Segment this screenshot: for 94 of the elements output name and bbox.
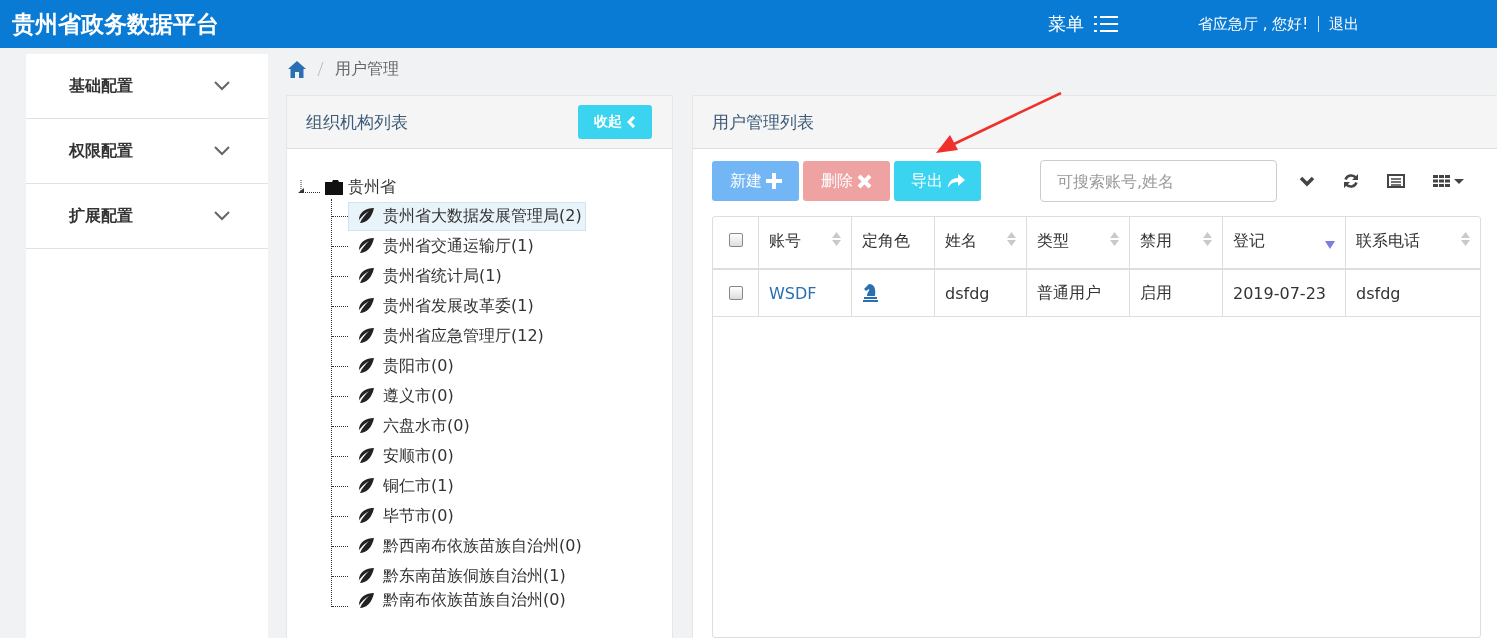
tree-node-label: 六盘水市(0) [383,415,470,437]
app-title: 贵州省政务数据平台 [12,9,220,39]
tree-node-label: 贵州省交通运输厅(1) [383,235,534,257]
leaf-icon [356,267,375,285]
table-cell: 普通用户 [1027,270,1130,316]
tree-node-label: 贵州省统计局(1) [383,265,502,287]
panel-title: 组织机构列表 [306,110,408,134]
sidebar-item-label: 基础配置 [69,75,133,97]
column-label: 禁用 [1140,231,1172,252]
chevron-down-icon[interactable] [1299,175,1315,187]
plus-icon [765,173,782,189]
tree-node[interactable]: 贵州省大数据发展管理局(2) [348,201,586,231]
menu-icon [1094,15,1118,33]
leaf-icon [356,297,375,315]
breadcrumb-item: 用户管理 [335,58,399,80]
tree-node[interactable]: 贵州省 [348,176,396,198]
column-label: 登记 [1233,231,1265,252]
chevron-left-icon [627,116,636,128]
tree-node-label: 安顺市(0) [383,445,454,467]
leaf-icon [356,417,375,435]
tree-toggle-icon[interactable] [298,180,320,194]
tree-node-label: 贵阳市(0) [383,355,454,377]
chevron-down-icon [214,81,230,91]
leaf-icon [356,327,375,345]
columns-menu-icon[interactable] [1433,174,1465,188]
column-header[interactable]: 禁用 [1130,217,1223,268]
select-all-checkbox[interactable] [728,233,743,247]
sort-descending-icon[interactable] [1325,241,1335,249]
share-arrow-icon [946,173,965,189]
tree-node-label: 贵州省大数据发展管理局(2) [383,205,582,227]
leaf-icon [356,477,375,495]
column-label: 类型 [1037,231,1069,252]
tree-node-label: 黔西南布依族苗族自治州(0) [383,535,582,557]
leaf-icon [356,591,375,610]
leaf-icon [356,537,375,555]
column-header[interactable]: 姓名 [935,217,1027,268]
column-label: 账号 [769,231,801,252]
tree-node[interactable]: 贵州省统计局(1) [348,261,506,291]
tree-node[interactable]: 遵义市(0) [348,381,458,411]
chevron-down-icon [214,211,230,221]
sidebar-item[interactable]: 扩展配置 [26,184,268,249]
leaf-icon [356,387,375,405]
table-cell: 2019-07-23 [1223,270,1346,316]
column-label: 姓名 [945,231,977,252]
close-icon [857,173,872,189]
leaf-icon [356,447,375,465]
leaf-icon [356,207,375,225]
table-cell: 启用 [1130,270,1223,316]
tree-node[interactable]: 毕节市(0) [348,501,458,531]
column-header[interactable]: 联系电话 [1346,217,1480,268]
chevron-down-icon [214,146,230,156]
tree-node-label: 黔东南苗族侗族自治州(1) [383,565,566,587]
tree-node-label: 铜仁市(1) [383,475,454,497]
column-label: 联系电话 [1356,231,1420,252]
list-view-icon[interactable] [1387,174,1405,188]
leaf-icon [356,357,375,375]
chess-knight-icon[interactable] [862,284,879,302]
table-cell: dsfdg [935,270,1027,316]
leaf-icon [356,507,375,525]
refresh-icon[interactable] [1343,173,1359,189]
tree-node-label: 贵州省应急管理厅(12) [383,325,544,347]
tree-node[interactable]: 贵州省发展改革委(1) [348,291,538,321]
greeting: 省应急厅 , 您好! [1198,14,1309,34]
sidebar-item[interactable]: 基础配置 [26,54,268,119]
column-header[interactable]: 类型 [1027,217,1130,268]
tree-node[interactable]: 六盘水市(0) [348,411,474,441]
folder-icon [325,179,343,195]
tree-node[interactable]: 安顺市(0) [348,441,458,471]
tree-node[interactable]: 贵阳市(0) [348,351,458,381]
menu-button[interactable]: 菜单 [1048,12,1198,36]
tree-node-label: 黔南布依族苗族自治州(0) [383,590,566,611]
tree-node-label: 贵州省发展改革委(1) [383,295,534,317]
column-header[interactable]: 账号 [759,217,852,268]
search-field[interactable]: 可搜索账号,姓名 [1040,160,1277,202]
column-label: 定角色 [862,231,910,252]
sidebar-item-label: 扩展配置 [69,205,133,227]
leaf-icon [356,567,375,585]
column-header[interactable]: 定角色 [852,217,935,268]
panel-title: 用户管理列表 [712,110,814,134]
logout-link[interactable]: 退出 [1318,16,1360,32]
tree-node[interactable]: 贵州省应急管理厅(12) [348,321,548,351]
tree-node-label: 毕节市(0) [383,505,454,527]
home-icon[interactable] [288,60,306,78]
tree-node-label: 遵义市(0) [383,385,454,407]
column-header[interactable]: 登记 [1223,217,1346,268]
tree-node[interactable]: 黔西南布依族苗族自治州(0) [348,531,586,561]
table-cell-text: dsfdg [1355,282,1402,305]
tree-node[interactable]: 铜仁市(1) [348,471,458,501]
tree-node[interactable]: 贵州省交通运输厅(1) [348,231,538,261]
leaf-icon [356,237,375,255]
account-link[interactable]: WSDF [769,283,817,303]
sidebar-item[interactable]: 权限配置 [26,119,268,184]
row-checkbox[interactable] [728,286,743,300]
sidebar-item-label: 权限配置 [69,140,133,162]
